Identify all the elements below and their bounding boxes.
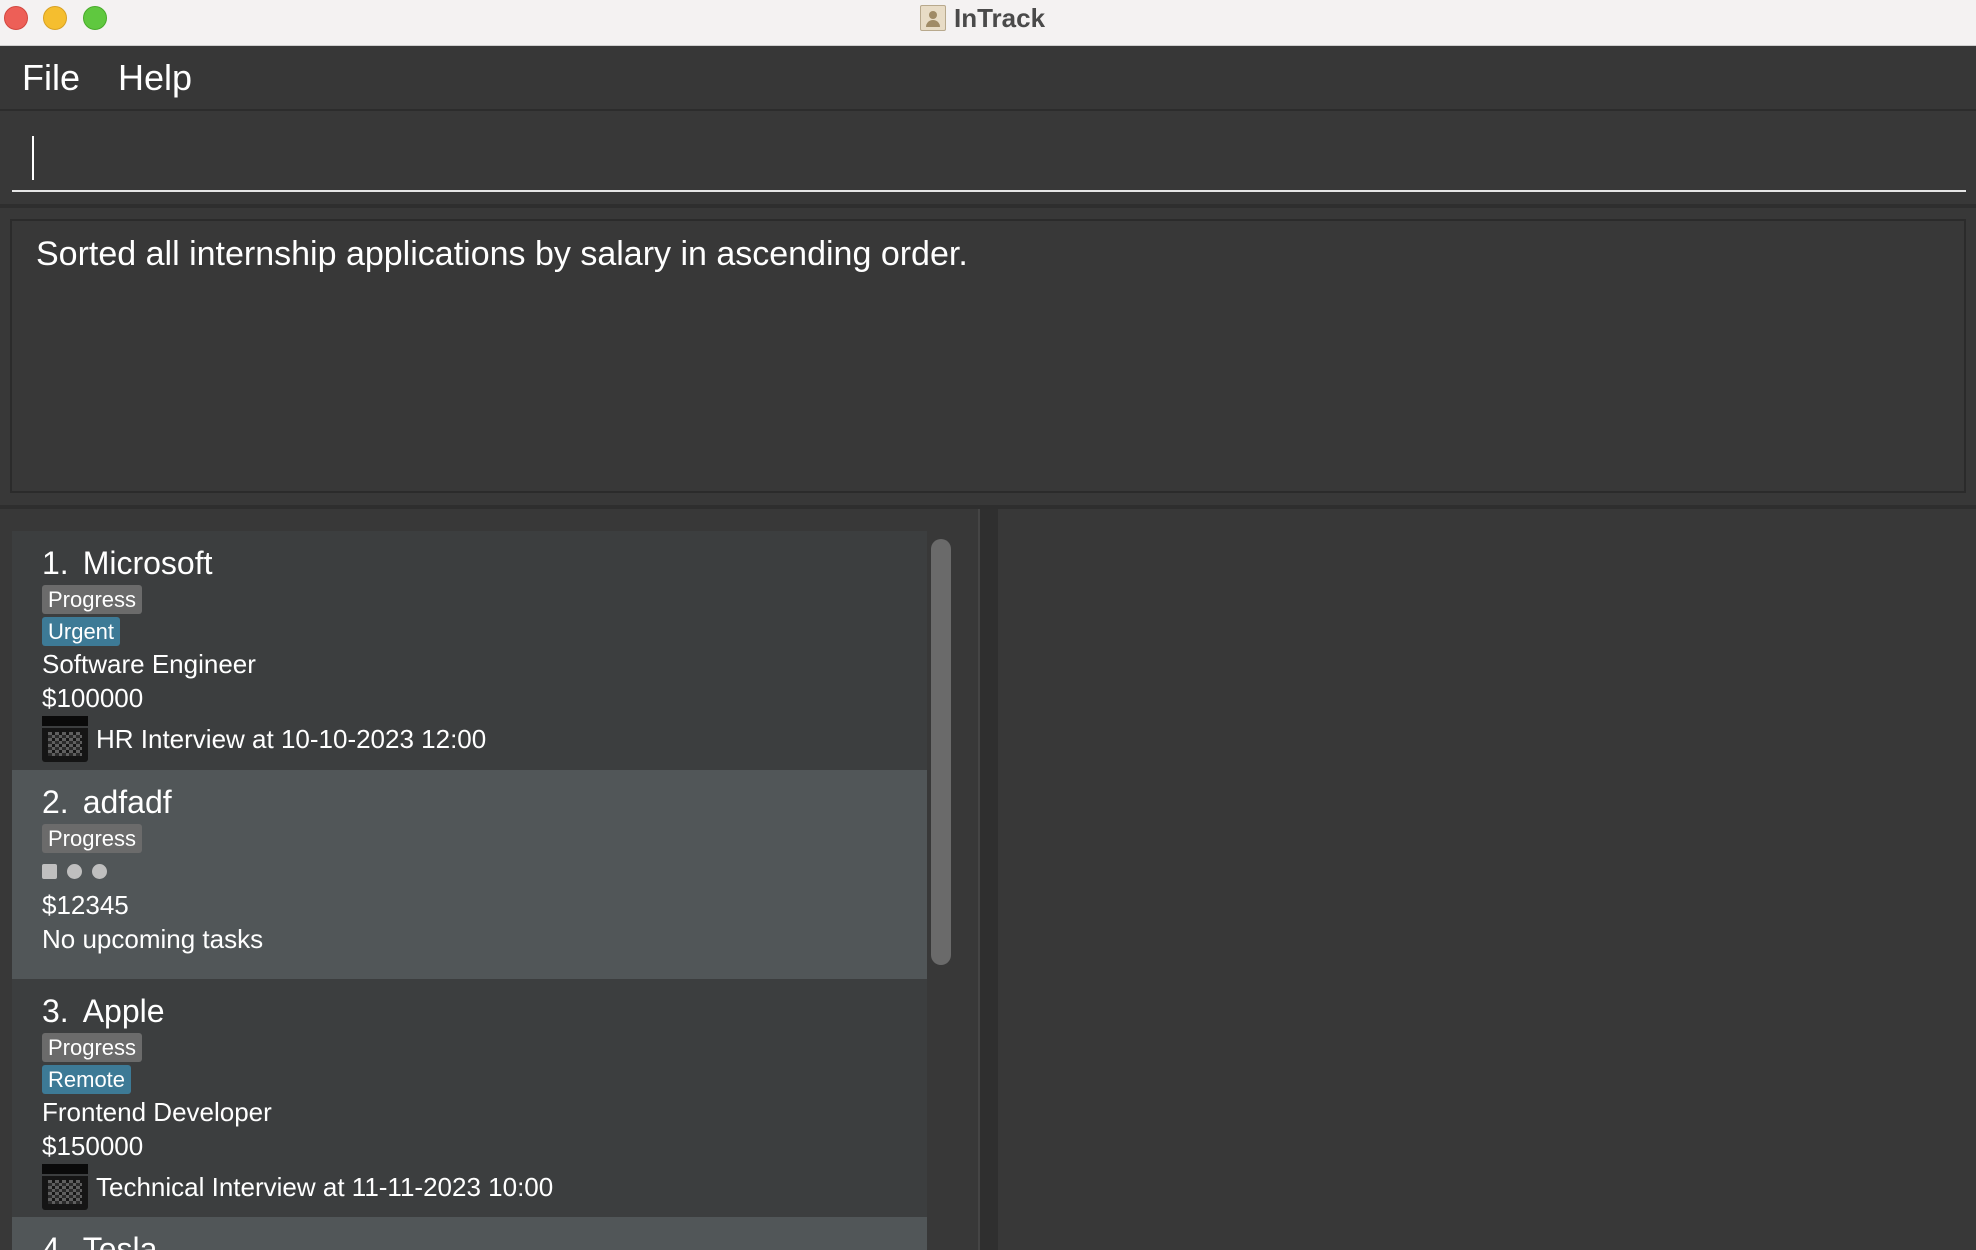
tag-badge: Urgent: [42, 617, 121, 646]
detail-panel: [998, 509, 1976, 1250]
application-header: 4. Tesla: [42, 1229, 897, 1250]
application-header: 1. Microsoft: [42, 543, 897, 583]
task-text: Technical Interview at 11-11-2023 10:00: [96, 1171, 554, 1202]
list-item[interactable]: 3. Apple Progress Remote Frontend Develop…: [12, 979, 927, 1217]
role-text: Frontend Developer: [42, 1097, 272, 1127]
list-scrollbar[interactable]: [931, 539, 951, 965]
salary-text: $150000: [42, 1131, 144, 1161]
calendar-icon: [42, 1164, 88, 1210]
status-badge: Progress: [42, 824, 143, 853]
result-display: Sorted all internship applications by sa…: [10, 219, 1966, 493]
application-index: 4.: [42, 1231, 69, 1250]
task-row: HR Interview at 10-10-2023 12:00: [42, 715, 897, 763]
text-caret: [32, 136, 34, 180]
application-index: 2.: [42, 784, 69, 820]
result-message: Sorted all internship applications by sa…: [36, 235, 968, 273]
status-badge: Progress: [42, 585, 143, 614]
divider: [0, 204, 1976, 208]
task-text: No upcoming tasks: [42, 924, 264, 954]
checkbox-icon: [42, 863, 57, 879]
image-placeholder-icon: [67, 863, 82, 879]
company-name: Apple: [82, 993, 165, 1029]
command-box: [12, 122, 1966, 192]
task-text: HR Interview at 10-10-2023 12:00: [96, 723, 487, 754]
application-header: 2. adfadf: [42, 782, 897, 822]
task-row: Technical Interview at 11-11-2023 10:00: [42, 1163, 897, 1211]
broken-image-icons: [42, 854, 897, 888]
menu-help[interactable]: Help: [118, 57, 192, 99]
window-title: InTrack: [954, 2, 1046, 33]
company-name: Microsoft: [82, 545, 213, 581]
app-icon: [920, 5, 946, 31]
window-title-group: InTrack: [920, 2, 1045, 34]
calendar-icon: [42, 716, 88, 762]
panel-divider[interactable]: [978, 509, 998, 1250]
list-item[interactable]: 2. adfadf Progress $12345 No upcoming tas…: [12, 770, 927, 979]
list-item[interactable]: 4. Tesla: [12, 1217, 927, 1250]
company-name: adfadf: [82, 784, 172, 820]
role-text: Software Engineer: [42, 649, 256, 679]
maximize-window-button[interactable]: [83, 6, 107, 30]
menu-bar: File Help: [0, 47, 1976, 111]
salary-text: $100000: [42, 683, 144, 713]
command-input[interactable]: [30, 132, 1930, 182]
application-index: 3.: [42, 993, 69, 1029]
title-bar: InTrack: [0, 0, 1976, 46]
application-index: 1.: [42, 545, 69, 581]
close-window-button[interactable]: [4, 6, 28, 30]
list-item[interactable]: 1. Microsoft Progress Urgent Software Eng…: [12, 531, 927, 770]
application-header: 3. Apple: [42, 991, 897, 1031]
application-list[interactable]: 1. Microsoft Progress Urgent Software Eng…: [0, 509, 978, 1250]
salary-text: $12345: [42, 890, 129, 920]
menu-file[interactable]: File: [22, 57, 80, 99]
tag-badge: Remote: [42, 1065, 132, 1094]
status-badge: Progress: [42, 1033, 143, 1062]
image-placeholder-icon: [92, 863, 107, 879]
company-name: Tesla: [82, 1231, 158, 1250]
minimize-window-button[interactable]: [43, 6, 67, 30]
